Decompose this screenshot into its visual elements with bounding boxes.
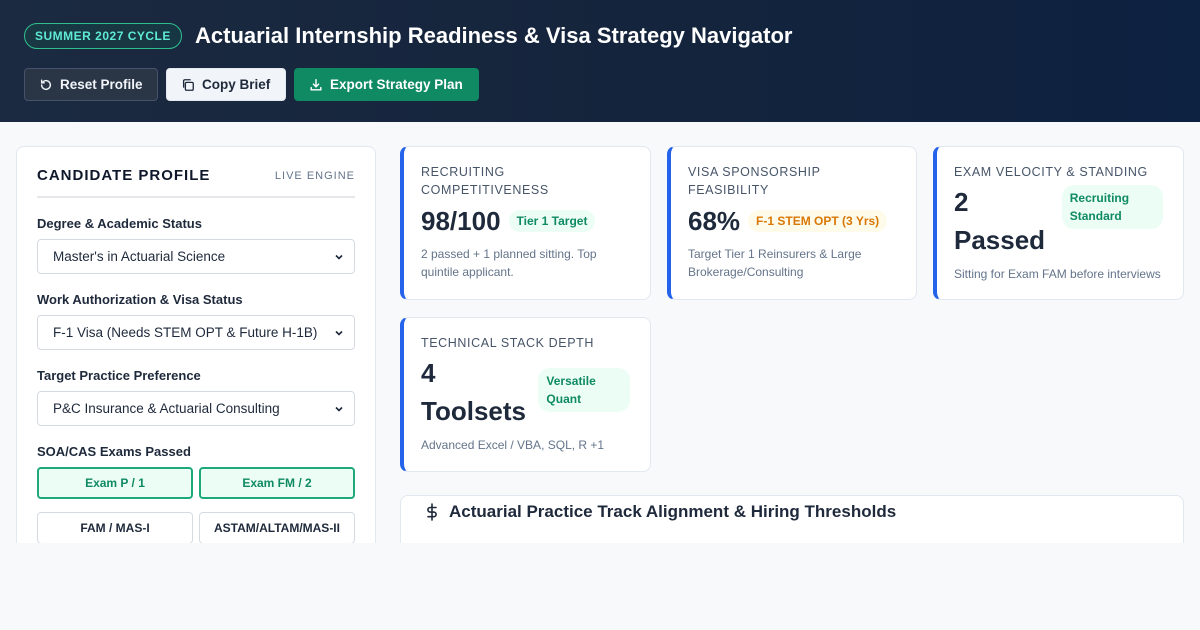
metric-value-row: 98/100 Tier 1 Target — [421, 205, 630, 237]
export-strategy-label: Export Strategy Plan — [330, 77, 463, 92]
status-badge: Versatile Quant — [538, 368, 630, 412]
live-engine-tag: LIVE ENGINE — [274, 169, 355, 182]
degree-value: Master's in Actuarial Science — [53, 249, 226, 264]
degree-select[interactable]: Master's in Actuarial Science — [37, 239, 355, 274]
metric-card-competitiveness: RECRUITING COMPETITIVENESS 98/100 Tier 1… — [400, 146, 651, 300]
metric-note: Advanced Excel / VBA, SQL, R +1 — [421, 438, 605, 452]
metric-value: 98/100 — [421, 206, 501, 236]
practice-select[interactable]: P&C Insurance & Actuarial Consulting — [37, 391, 355, 426]
metric-note: Target Tier 1 Reinsurers & Large Brokera… — [688, 247, 862, 279]
track-alignment-panel: Actuarial Practice Track Alignment & Hir… — [400, 495, 1184, 543]
dollar-icon — [427, 503, 437, 521]
status-badge: Tier 1 Target — [508, 210, 596, 232]
exam-chip-group: Exam P / 1 Exam FM / 2 FAM / MAS-I ASTAM… — [37, 467, 355, 543]
metric-value: 4 Toolsets — [421, 358, 526, 426]
metric-label: EXAM VELOCITY & STANDING — [954, 165, 1148, 179]
exams-label: SOA/CAS Exams Passed — [37, 444, 191, 459]
reset-profile-button[interactable]: Reset Profile — [24, 68, 158, 101]
chevron-down-icon — [335, 330, 343, 336]
practice-value: P&C Insurance & Actuarial Consulting — [53, 401, 280, 416]
metric-value: 2 Passed — [954, 187, 1046, 255]
reset-icon — [40, 78, 52, 90]
profile-title: CANDIDATE PROFILE — [37, 167, 211, 184]
cycle-badge: SUMMER 2027 CYCLE — [24, 23, 182, 49]
reset-profile-label: Reset Profile — [60, 77, 143, 92]
copy-brief-label: Copy Brief — [202, 77, 271, 92]
metric-value-row: 2 Passed Recruiting Standard — [954, 183, 1163, 259]
status-badge: F-1 STEM OPT (3 Yrs) — [748, 210, 888, 232]
status-badge: Recruiting Standard — [1061, 185, 1163, 229]
candidate-profile-panel: CANDIDATE PROFILE LIVE ENGINE Degree & A… — [16, 146, 376, 543]
copy-icon — [182, 78, 194, 91]
app-header: SUMMER 2027 CYCLE Actuarial Internship R… — [0, 0, 1200, 122]
metric-note: Sitting for Exam FAM before interviews — [954, 267, 1161, 281]
metric-card-exam-velocity: EXAM VELOCITY & STANDING 2 Passed Recrui… — [933, 146, 1184, 300]
copy-brief-button[interactable]: Copy Brief — [166, 68, 286, 101]
visa-select[interactable]: F-1 Visa (Needs STEM OPT & Future H-1B) — [37, 315, 355, 350]
degree-label: Degree & Academic Status — [37, 216, 202, 231]
metric-value: 68% — [688, 206, 741, 236]
metric-label: RECRUITING COMPETITIVENESS — [421, 165, 549, 197]
profile-header: CANDIDATE PROFILE LIVE ENGINE — [37, 167, 355, 198]
page-title: Actuarial Internship Readiness & Visa St… — [195, 23, 793, 48]
visa-value: F-1 Visa (Needs STEM OPT & Future H-1B) — [53, 325, 318, 340]
exam-chip-fam[interactable]: FAM / MAS-I — [37, 512, 193, 543]
practice-label: Target Practice Preference — [37, 368, 201, 383]
metric-note: 2 passed + 1 planned sitting. Top quinti… — [421, 247, 597, 279]
metric-card-visa: VISA SPONSORSHIP FEASIBILITY 68% F-1 STE… — [667, 146, 917, 300]
visa-label: Work Authorization & Visa Status — [37, 292, 243, 307]
metric-value-row: 68% F-1 STEM OPT (3 Yrs) — [688, 205, 896, 237]
exam-chip-p[interactable]: Exam P / 1 — [37, 467, 193, 499]
metric-value-row: 4 Toolsets Versatile Quant — [421, 354, 630, 430]
exam-chip-fm[interactable]: Exam FM / 2 — [199, 467, 355, 499]
main-content: CANDIDATE PROFILE LIVE ENGINE Degree & A… — [0, 122, 1200, 543]
exam-chip-astam[interactable]: ASTAM/ALTAM/MAS-II — [199, 512, 355, 543]
download-icon — [310, 78, 322, 91]
track-title: Actuarial Practice Track Alignment & Hir… — [449, 502, 897, 521]
metric-label: TECHNICAL STACK DEPTH — [421, 336, 595, 350]
export-strategy-button[interactable]: Export Strategy Plan — [294, 68, 479, 101]
metric-label: VISA SPONSORSHIP FEASIBILITY — [688, 165, 821, 197]
metric-card-technical-stack: TECHNICAL STACK DEPTH 4 Toolsets Versati… — [400, 317, 651, 472]
chevron-down-icon — [335, 406, 343, 412]
chevron-down-icon — [335, 254, 343, 260]
